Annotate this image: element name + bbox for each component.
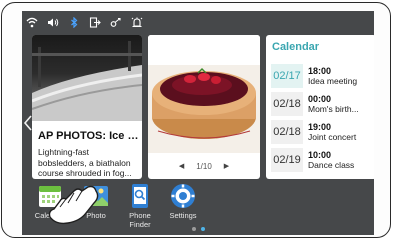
event-title: Dance class [308,159,355,170]
sign-out-icon [89,16,101,28]
app-photo[interactable]: Photo [74,183,118,220]
bluetooth-icon [71,16,78,28]
news-snippet-line: Lightning-fast [38,147,90,157]
event-info: 10:00 Dance class [308,150,374,170]
calendar-event-row[interactable]: 02/18 19:00 Joint concert [271,118,374,145]
event-time: 00:00 [308,93,332,104]
calendar-widget-title: Calendar [272,41,320,53]
event-info: 00:00 Mom's birth... [308,94,374,114]
app-calendar[interactable]: Calendar [28,183,72,220]
event-date: 02/17 [271,63,303,88]
app-label: Calendar [34,211,66,220]
event-date: 02/18 [271,91,303,116]
app-settings[interactable]: Settings [161,183,205,220]
settings-icon [171,184,195,208]
calendar-icon [39,186,61,207]
calendar-event-row[interactable]: 02/18 00:00 Mom's birth... [271,90,374,117]
page-indicator [22,227,374,231]
news-snippet-line: bobsledders, a biathalon [38,157,131,168]
news-widget[interactable]: AP PHOTOS: Ice an... Lightning-fast bobs… [32,35,142,179]
app-label: Photo [86,211,106,220]
event-title: Mom's birth... [308,103,359,114]
news-snippet: Lightning-fast bobsledders, a biathalon … [38,147,142,179]
alarm-icon [131,17,143,27]
event-info: 19:00 Joint concert [308,122,374,142]
event-info: 18:00 Idea meeting [308,66,374,86]
device-frame: AP PHOTOS: Ice an... Lightning-fast bobs… [1,2,391,238]
home-screen: AP PHOTOS: Ice an... Lightning-fast bobs… [22,11,374,235]
page-dot[interactable] [191,227,196,231]
app-label: Settings [169,211,197,220]
volume-icon [48,18,59,26]
cheesecake-photo [148,35,260,153]
phone-finder-icon [132,184,148,208]
page-dot-active[interactable] [200,227,205,231]
photo-widget[interactable]: ◀ 1/10 ▶ [148,35,260,179]
calendar-event-list: 02/17 18:00 Idea meeting 02/18 00:00 Mom… [271,62,374,174]
event-time: 10:00 [308,149,332,160]
prev-photo-button[interactable]: ◀ [179,162,184,170]
event-time: 18:00 [308,65,332,76]
event-title: Joint concert [308,131,357,142]
event-time: 19:00 [308,121,332,132]
event-title: Idea meeting [308,75,358,86]
event-date: 02/19 [271,147,303,172]
wifi-icon [26,17,38,27]
calendar-widget[interactable]: Calendar 02/17 18:00 Idea meeting 02/18 … [266,35,374,179]
app-dock: Calendar Photo Phone Finder Settings [22,181,374,233]
photo-pager: ◀ 1/10 ▶ [148,159,260,173]
photo-icon [84,186,108,206]
calendar-event-row[interactable]: 02/17 18:00 Idea meeting [271,62,374,89]
calendar-event-row[interactable]: 02/19 10:00 Dance class [271,146,374,173]
status-bar [26,16,143,28]
next-photo-button[interactable]: ▶ [224,162,229,170]
photo-page-indicator: 1/10 [196,161,212,171]
news-snippet-line: course shrouded in fog... [38,168,132,178]
news-photo [32,35,142,121]
app-phone-finder[interactable]: Phone Finder [118,183,162,229]
event-date: 02/18 [271,119,303,144]
news-headline: AP PHOTOS: Ice an... [38,130,140,142]
screen-mirror-icon [110,17,121,27]
